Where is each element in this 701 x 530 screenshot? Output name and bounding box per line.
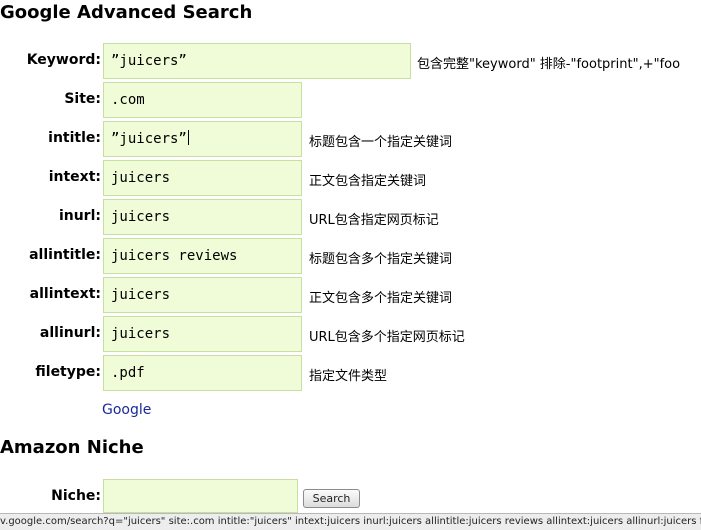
allintext-label: allintext: [29, 286, 101, 302]
status-bar-url: v.google.com/search?q="juicers" site:.co… [0, 516, 701, 527]
site-label: Site: [64, 91, 101, 107]
intext-input[interactable]: juicers [103, 160, 302, 196]
allintitle-value: juicers reviews [111, 248, 238, 264]
allintitle-hint: 标题包含多个指定关键词 [309, 252, 453, 267]
allintitle-label: allintitle: [29, 247, 101, 263]
allintext-hint: 正文包含多个指定关键词 [309, 291, 453, 306]
filetype-label: filetype: [35, 364, 101, 380]
niche-input[interactable] [103, 479, 298, 513]
keyword-label: Keyword: [26, 52, 101, 68]
inurl-label: inurl: [58, 208, 101, 224]
filetype-input[interactable]: .pdf [103, 355, 302, 391]
allinurl-label: allinurl: [39, 325, 101, 341]
allinurl-hint: URL包含多个指定网页标记 [309, 330, 465, 345]
allinurl-value: juicers [111, 326, 171, 342]
intitle-input[interactable]: ”juicers” [103, 121, 302, 157]
site-value: .com [111, 92, 145, 108]
niche-label: Niche: [51, 488, 101, 504]
keyword-value: ”juicers” [111, 53, 187, 69]
filetype-value: .pdf [111, 365, 145, 381]
allintitle-input[interactable]: juicers reviews [103, 238, 302, 274]
keyword-hint: 包含完整"keyword" 排除-"footprint",+"foo [417, 57, 681, 72]
intext-hint: 正文包含指定关键词 [309, 174, 427, 189]
inurl-value: juicers [111, 209, 171, 225]
intext-label: intext: [48, 169, 101, 185]
intext-value: juicers [111, 170, 171, 186]
text-caret [187, 130, 189, 145]
google-search-link[interactable]: Google [102, 402, 151, 418]
keyword-input[interactable]: ”juicers” [103, 43, 411, 79]
inurl-hint: URL包含指定网页标记 [309, 213, 439, 228]
filetype-hint: 指定文件类型 [309, 369, 388, 384]
intitle-label: intitle: [48, 130, 101, 146]
allinurl-input[interactable]: juicers [103, 316, 302, 352]
status-bar: v.google.com/search?q="juicers" site:.co… [0, 513, 701, 530]
search-button[interactable]: Search [303, 489, 360, 508]
allintext-value: juicers [111, 287, 171, 303]
inurl-input[interactable]: juicers [103, 199, 302, 235]
allintext-input[interactable]: juicers [103, 277, 302, 313]
advanced-search-title: Google Advanced Search [0, 2, 253, 23]
site-input[interactable]: .com [103, 82, 302, 118]
intitle-value: ”juicers” [111, 131, 187, 147]
amazon-niche-title: Amazon Niche [0, 437, 144, 458]
intitle-hint: 标题包含一个指定关键词 [309, 135, 453, 150]
